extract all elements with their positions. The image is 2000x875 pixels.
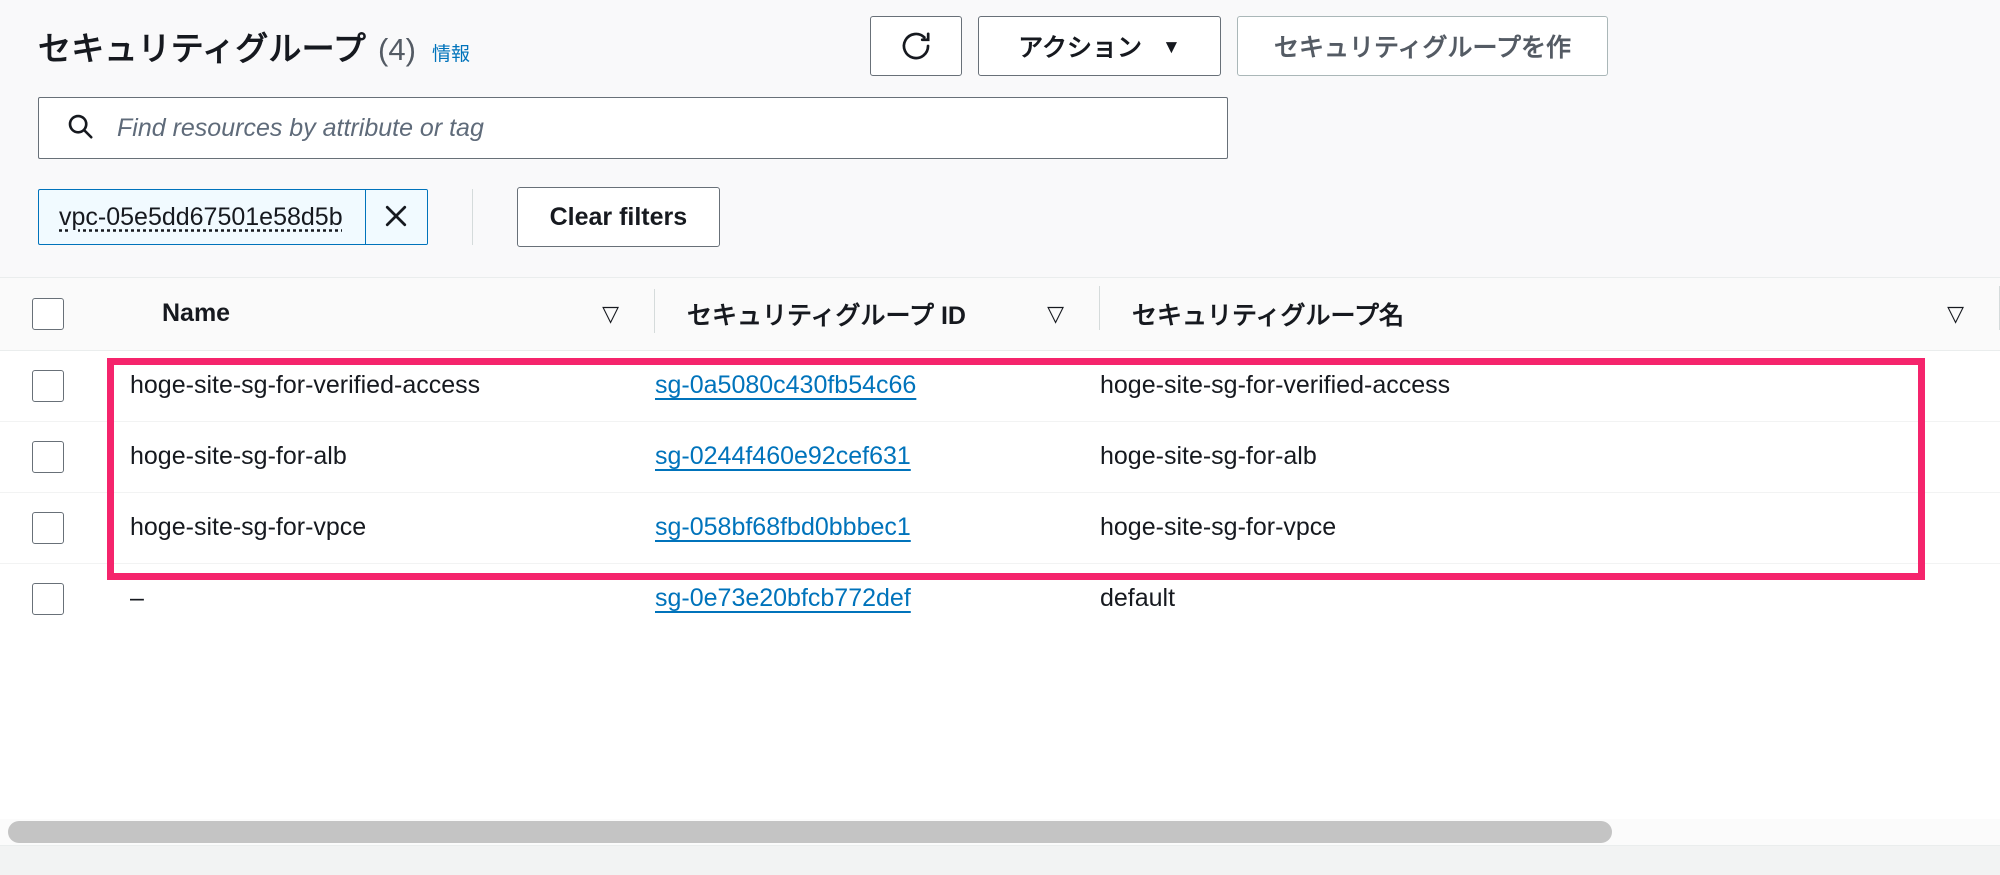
cell-sg-id: sg-0e73e20bfcb772def (655, 562, 1100, 634)
create-security-group-button[interactable]: セキュリティグループを作 (1237, 16, 1609, 76)
column-header-sg-id-label: セキュリティグループ ID (687, 301, 966, 330)
panel-header: セキュリティグループ (4) 情報 アクション ▼ セキュリティグループを作 (0, 0, 2000, 91)
actions-button[interactable]: アクション ▼ (978, 16, 1221, 76)
table-row[interactable]: hoge-site-sg-for-alb sg-0244f460e92cef63… (0, 420, 2000, 492)
clear-filters-button[interactable]: Clear filters (516, 187, 721, 247)
header-actions: アクション ▼ セキュリティグループを作 (870, 16, 1609, 76)
horizontal-scrollbar[interactable] (0, 819, 2000, 845)
column-header-sg-name[interactable]: セキュリティグループ名 ▽ (1100, 278, 2000, 351)
security-group-id-link[interactable]: sg-0244f460e92cef631 (655, 442, 911, 470)
table-body: hoge-site-sg-for-verified-access sg-0a50… (0, 350, 2000, 634)
select-all-header (0, 278, 130, 351)
table-row[interactable]: – sg-0e73e20bfcb772def default (0, 562, 2000, 634)
search-box[interactable] (38, 97, 1228, 159)
row-checkbox[interactable] (32, 511, 64, 544)
cell-sg-name: hoge-site-sg-for-vpce (1100, 491, 2000, 563)
security-groups-page: セキュリティグループ (4) 情報 アクション ▼ セキュリティグループを作 F… (0, 0, 2000, 875)
table-row[interactable]: hoge-site-sg-for-vpce sg-058bf68fbd0bbbe… (0, 491, 2000, 563)
cell-name: – (130, 562, 655, 634)
security-groups-table: Name ▽ セキュリティグループ ID ▽ セキュリティグループ名 ▽ hog… (0, 278, 2000, 634)
table-head: Name ▽ セキュリティグループ ID ▽ セキュリティグループ名 ▽ (0, 278, 2000, 351)
row-select-cell (0, 420, 130, 492)
security-group-id-link[interactable]: sg-058bf68fbd0bbbec1 (655, 513, 911, 541)
sort-icon-sg-name[interactable]: ▽ (1947, 302, 1964, 325)
filter-area: vpc-05e5dd67501e58d5b Clear filters (0, 91, 2000, 277)
cell-sg-name: hoge-site-sg-for-alb (1100, 420, 2000, 492)
chevron-down-icon: ▼ (1161, 36, 1181, 58)
table-row[interactable]: hoge-site-sg-for-verified-access sg-0a50… (0, 350, 2000, 421)
column-header-name-label: Name (162, 299, 231, 328)
filter-divider (471, 189, 473, 245)
horizontal-scrollbar-thumb[interactable] (8, 821, 1612, 843)
row-checkbox[interactable] (32, 440, 64, 473)
sort-icon-name[interactable]: ▽ (602, 302, 619, 325)
refresh-button[interactable] (870, 16, 962, 76)
active-filters-row: vpc-05e5dd67501e58d5b Clear filters (38, 187, 1962, 277)
search-icon (65, 111, 95, 146)
table-header-row: Name ▽ セキュリティグループ ID ▽ セキュリティグループ名 ▽ (0, 278, 2000, 351)
row-select-cell (0, 491, 130, 563)
security-group-id-link[interactable]: sg-0e73e20bfcb772def (655, 584, 911, 612)
security-group-id-link[interactable]: sg-0a5080c430fb54c66 (655, 371, 916, 399)
cell-name: hoge-site-sg-for-alb (130, 420, 655, 492)
table-footer-strip (0, 845, 2000, 875)
close-icon (381, 201, 411, 234)
filter-token-remove-button[interactable] (364, 190, 427, 244)
select-all-checkbox[interactable] (32, 297, 64, 330)
security-groups-table-wrapper: Name ▽ セキュリティグループ ID ▽ セキュリティグループ名 ▽ hog… (0, 277, 2000, 875)
column-header-name[interactable]: Name ▽ (130, 278, 655, 351)
filter-token-label: vpc-05e5dd67501e58d5b (59, 202, 343, 231)
row-select-cell (0, 562, 130, 634)
cell-sg-id: sg-058bf68fbd0bbbec1 (655, 491, 1100, 563)
actions-label: アクション (1018, 34, 1142, 62)
search-input[interactable] (117, 113, 1227, 143)
info-link[interactable]: 情報 (432, 39, 470, 66)
row-select-cell (0, 350, 130, 421)
cell-name: hoge-site-sg-for-verified-access (130, 371, 481, 399)
cell-sg-id: sg-0a5080c430fb54c66 (655, 350, 1100, 421)
page-title: セキュリティグループ (4) 情報 (38, 22, 470, 70)
resource-count: (4) (378, 31, 416, 67)
column-header-sg-id[interactable]: セキュリティグループ ID ▽ (655, 278, 1100, 351)
search-row (38, 91, 1962, 159)
cell-sg-id: sg-0244f460e92cef631 (655, 420, 1100, 492)
page-title-text: セキュリティグループ (38, 29, 367, 67)
cell-sg-name: default (1100, 562, 2000, 634)
cell-name: hoge-site-sg-for-vpce (130, 491, 655, 563)
row-checkbox[interactable] (32, 582, 64, 615)
sort-icon-sg-id[interactable]: ▽ (1047, 302, 1064, 325)
filter-token-vpc[interactable]: vpc-05e5dd67501e58d5b (38, 189, 428, 245)
column-header-sg-name-label: セキュリティグループ名 (1132, 301, 1405, 330)
cell-sg-name: hoge-site-sg-for-verified-access (1100, 371, 1451, 399)
row-checkbox[interactable] (32, 369, 64, 402)
refresh-icon (899, 29, 933, 63)
